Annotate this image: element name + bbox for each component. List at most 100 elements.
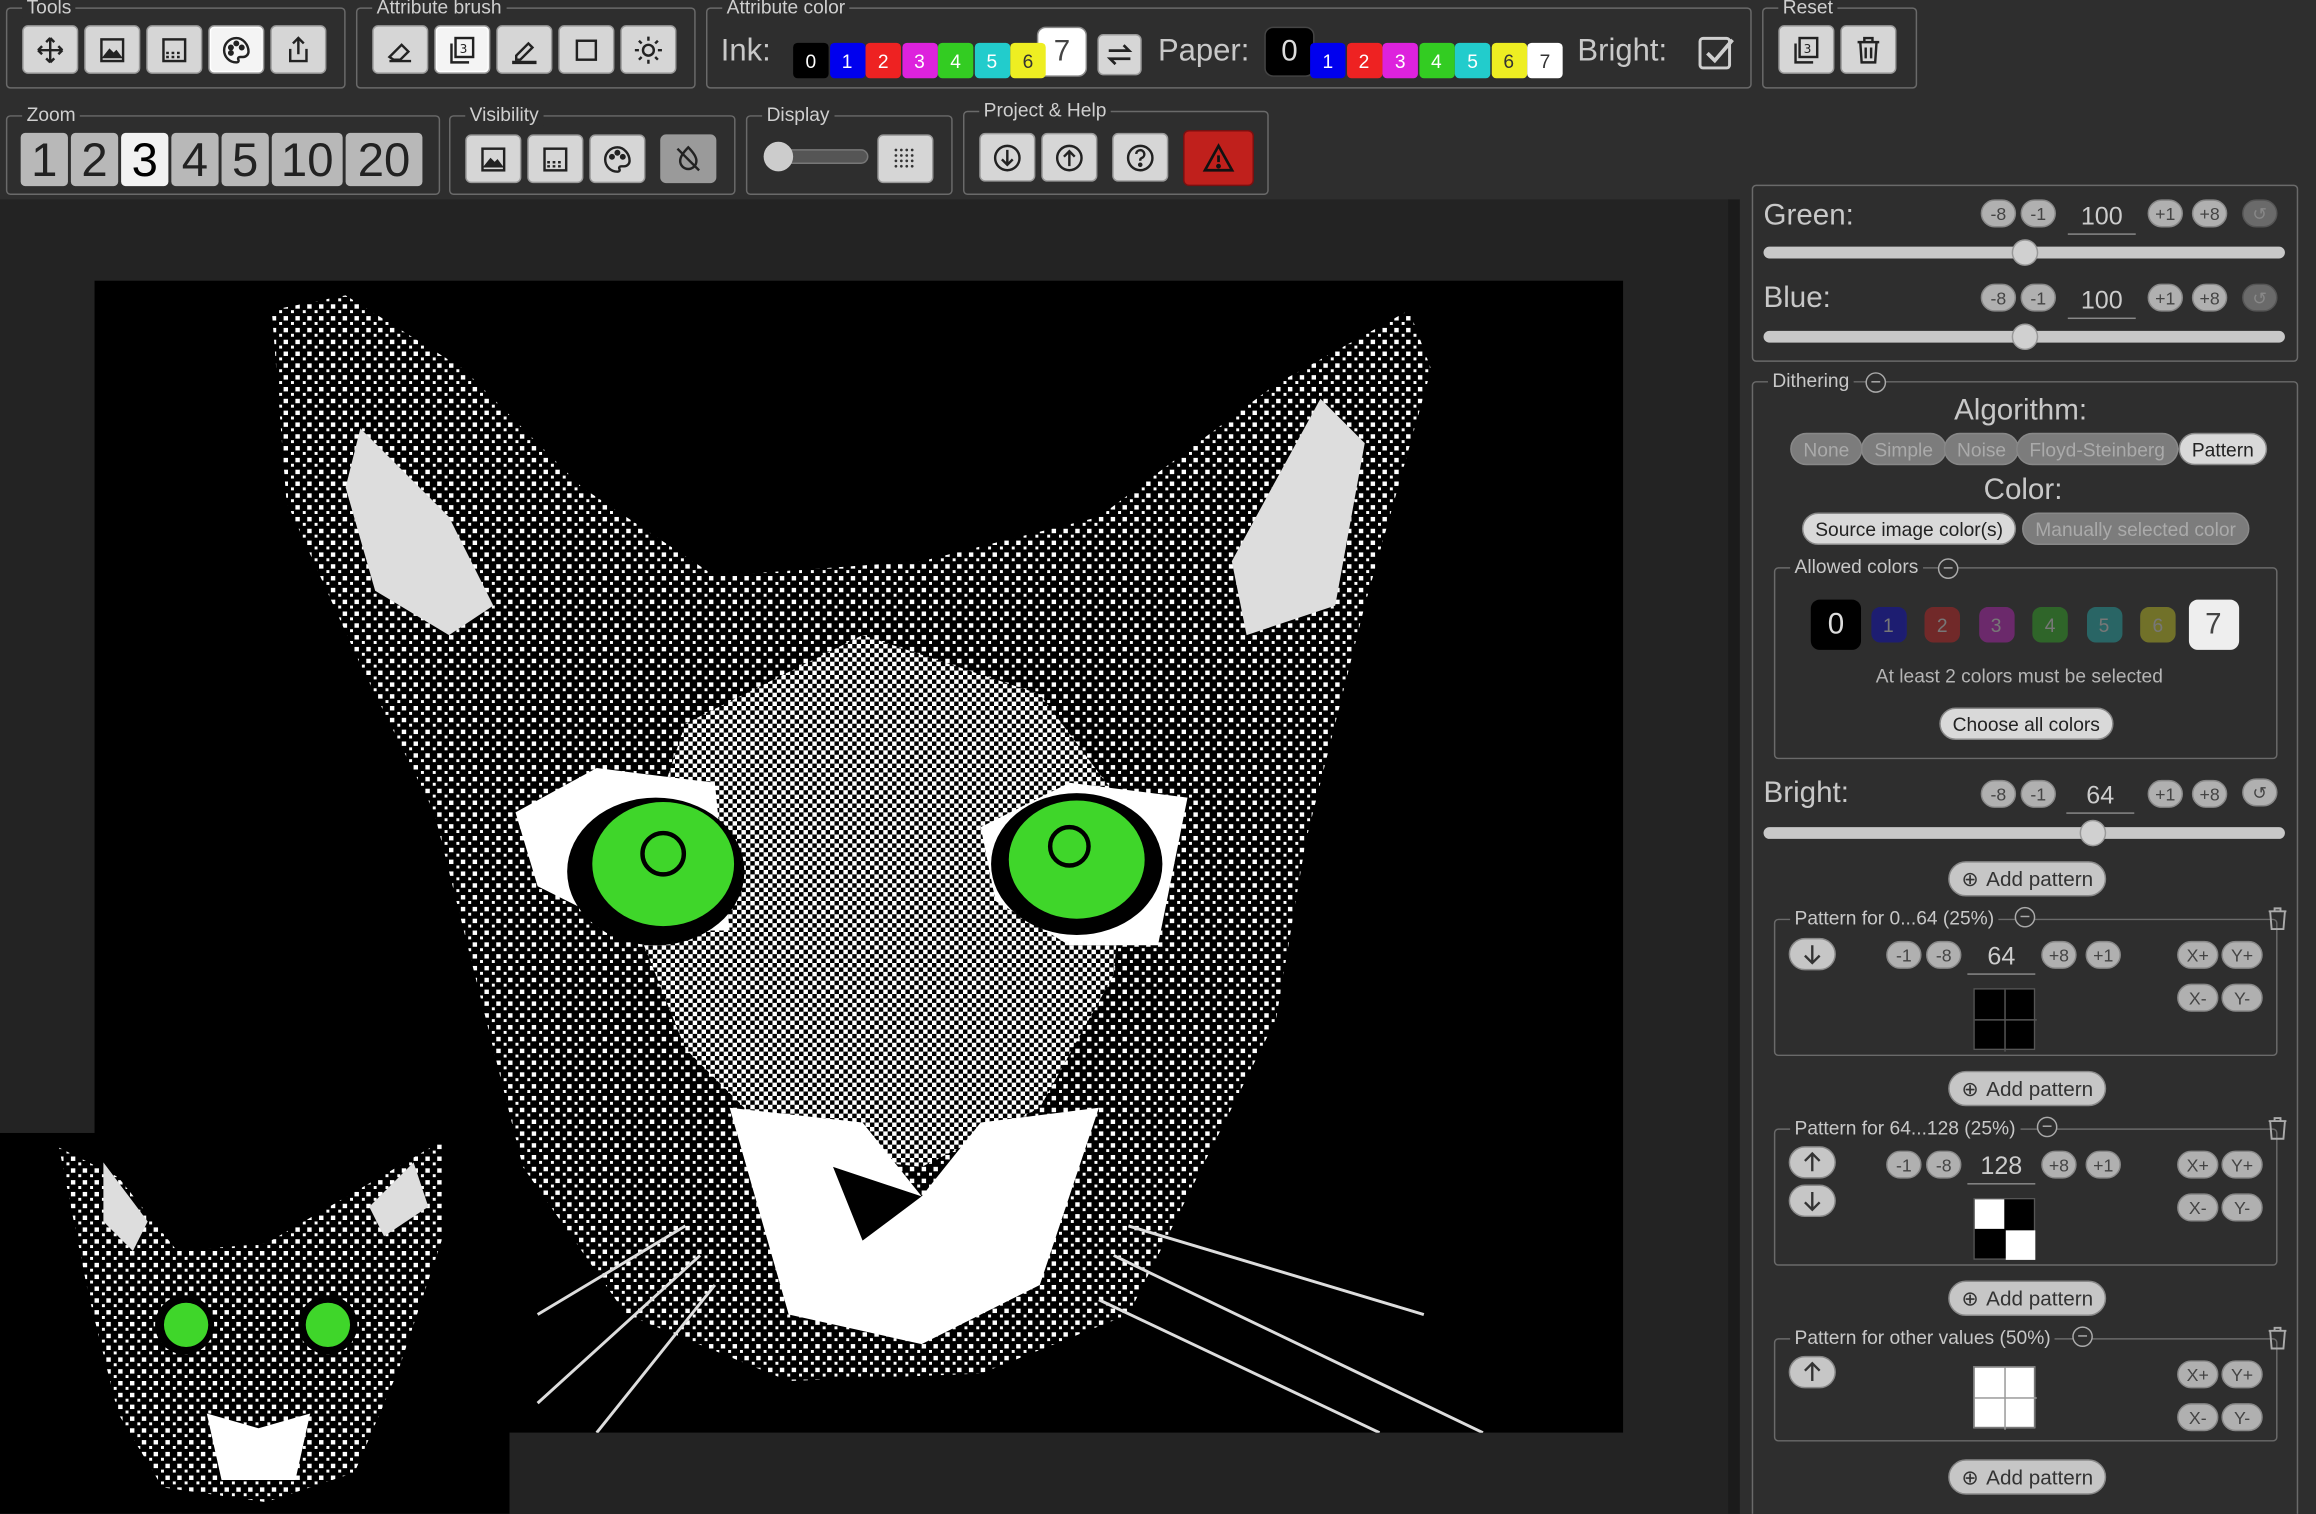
pattern2-xminus[interactable]: X- <box>2177 1193 2219 1222</box>
pattern3-yplus[interactable]: Y+ <box>2221 1360 2263 1389</box>
pattern1-collapse-icon[interactable] <box>2014 906 2036 928</box>
help-button[interactable] <box>1112 132 1169 182</box>
allowed-color-6[interactable]: 6 <box>2140 607 2176 643</box>
pattern1-plus8[interactable]: +8 <box>2041 940 2077 969</box>
blue-minus1[interactable]: -1 <box>2020 283 2056 312</box>
ink-swatch-3[interactable]: 3 <box>901 42 938 79</box>
allowed-color-1[interactable]: 1 <box>1870 607 1907 643</box>
pattern3-move-up-button[interactable] <box>1788 1355 1836 1389</box>
color-source[interactable]: Source image color(s) <box>1801 512 2017 546</box>
ink-swatch-2[interactable]: 2 <box>865 42 901 79</box>
ink-swatch-5[interactable]: 5 <box>974 42 1010 79</box>
bright-reset-icon[interactable]: ↺ <box>2242 778 2278 807</box>
paper-selected-swatch[interactable]: 0 <box>1264 26 1315 77</box>
allowed-color-5[interactable]: 5 <box>2086 607 2122 643</box>
paper-swatch-5[interactable]: 5 <box>1454 42 1491 79</box>
add-pattern-button-2[interactable]: ⊕ Add pattern <box>1948 1070 2107 1107</box>
zoom-2-button[interactable]: 2 <box>70 132 119 187</box>
allowed-color-2[interactable]: 2 <box>1924 607 1960 643</box>
blue-plus1[interactable]: +1 <box>2147 283 2184 312</box>
bright-brush-button[interactable] <box>620 25 677 74</box>
clear-button[interactable] <box>1840 25 1897 74</box>
ink-swatch-1[interactable]: 1 <box>829 42 865 79</box>
green-minus8[interactable]: -8 <box>1980 199 2017 228</box>
green-plus8[interactable]: +8 <box>2191 199 2228 228</box>
pattern3-xplus[interactable]: X+ <box>2177 1360 2219 1389</box>
pattern1-plus1[interactable]: +1 <box>2085 940 2121 969</box>
export-tool-button[interactable] <box>270 25 327 74</box>
green-plus1[interactable]: +1 <box>2147 199 2184 228</box>
algo-pattern[interactable]: Pattern <box>2178 432 2268 466</box>
allowed-collapse-icon[interactable] <box>1937 558 1959 579</box>
pattern1-xminus[interactable]: X- <box>2177 983 2219 1012</box>
pattern1-minus8[interactable]: -8 <box>1926 940 1962 969</box>
canvas-area[interactable] <box>0 199 1729 1514</box>
paper-swatch-6[interactable]: 6 <box>1491 42 1527 79</box>
pattern1-minus1[interactable]: -1 <box>1886 940 1922 969</box>
pattern2-value[interactable]: 128 <box>1967 1152 2036 1185</box>
pattern2-delete-icon[interactable] <box>2267 1117 2288 1141</box>
dithering-collapse-icon[interactable] <box>1865 372 1887 393</box>
show-palette-button[interactable] <box>589 134 646 184</box>
pattern1-yplus[interactable]: Y+ <box>2221 940 2263 969</box>
download-button[interactable] <box>979 132 1036 182</box>
pattern2-collapse-icon[interactable] <box>2036 1116 2058 1138</box>
blue-minus8[interactable]: -8 <box>1980 283 2017 312</box>
green-value[interactable]: 100 <box>2067 202 2136 235</box>
algo-simple[interactable]: Simple <box>1861 432 1947 466</box>
algo-floyd[interactable]: Floyd-Steinberg <box>2016 432 2179 466</box>
show-image-button[interactable] <box>465 134 522 184</box>
allowed-color-0[interactable]: 0 <box>1810 599 1862 650</box>
pattern1-delete-icon[interactable] <box>2267 907 2288 931</box>
pattern2-minus8[interactable]: -8 <box>1926 1150 1962 1179</box>
pen-brush-button[interactable] <box>496 25 553 74</box>
pattern2-yminus[interactable]: Y- <box>2221 1193 2263 1222</box>
panel-splitter[interactable] <box>1728 199 1740 1514</box>
pattern1-value[interactable]: 64 <box>1967 942 2036 975</box>
add-pattern-button-3[interactable]: ⊕ Add pattern <box>1948 1280 2107 1317</box>
bright-plus8[interactable]: +8 <box>2191 779 2228 808</box>
copy-brush-button[interactable]: 3 <box>434 25 491 74</box>
zoom-3-button[interactable]: 3 <box>121 132 169 187</box>
blue-value[interactable]: 100 <box>2067 287 2136 320</box>
reset-attributes-button[interactable]: 3 <box>1778 25 1835 74</box>
pattern3-xminus[interactable]: X- <box>2177 1403 2219 1432</box>
blue-plus8[interactable]: +8 <box>2191 283 2228 312</box>
paper-swatch-2[interactable]: 2 <box>1346 42 1382 79</box>
pattern3-grid[interactable] <box>1973 1366 2037 1430</box>
zoom-1-button[interactable]: 1 <box>20 132 68 187</box>
bright-value[interactable]: 64 <box>2066 781 2135 814</box>
pattern1-grid[interactable] <box>1973 988 2037 1052</box>
zoom-20-button[interactable]: 20 <box>345 132 423 187</box>
ink-swatch-6[interactable]: 6 <box>1010 42 1046 79</box>
grid-button[interactable] <box>877 134 934 184</box>
zoom-5-button[interactable]: 5 <box>221 132 269 187</box>
bright-plus1[interactable]: +1 <box>2147 779 2184 808</box>
bright-slider[interactable] <box>1763 827 2285 839</box>
blue-slider-knob[interactable] <box>2011 323 2039 351</box>
add-pattern-button-4[interactable]: ⊕ Add pattern <box>1948 1459 2107 1495</box>
add-pattern-button-1[interactable]: ⊕ Add pattern <box>1948 861 2107 897</box>
algo-noise[interactable]: Noise <box>1943 432 2020 466</box>
zoom-10-button[interactable]: 10 <box>271 132 343 187</box>
pattern1-move-down-button[interactable] <box>1788 937 1836 971</box>
upload-button[interactable] <box>1041 132 1098 182</box>
paper-swatch-1[interactable]: 1 <box>1310 42 1346 79</box>
move-tool-button[interactable] <box>22 25 79 74</box>
pattern3-yminus[interactable]: Y- <box>2221 1403 2263 1432</box>
allowed-color-4[interactable]: 4 <box>2032 607 2068 643</box>
show-dither-button[interactable] <box>527 134 584 184</box>
ink-swatch-4[interactable]: 4 <box>937 42 974 79</box>
zoom-4-button[interactable]: 4 <box>171 132 219 187</box>
display-toggle[interactable] <box>763 141 869 172</box>
green-reset-icon[interactable]: ↺ <box>2242 199 2278 228</box>
pattern1-yminus[interactable]: Y- <box>2221 983 2263 1012</box>
choose-all-colors-button[interactable]: Choose all colors <box>1939 707 2114 740</box>
pattern1-xplus[interactable]: X+ <box>2177 940 2219 969</box>
pattern2-move-down-button[interactable] <box>1788 1184 1836 1218</box>
paper-swatch-7[interactable]: 7 <box>1527 42 1563 79</box>
pattern3-collapse-icon[interactable] <box>2072 1326 2093 1348</box>
pattern2-xplus[interactable]: X+ <box>2177 1150 2219 1179</box>
paper-swatch-4[interactable]: 4 <box>1418 42 1455 79</box>
allowed-color-3[interactable]: 3 <box>1978 607 2014 643</box>
